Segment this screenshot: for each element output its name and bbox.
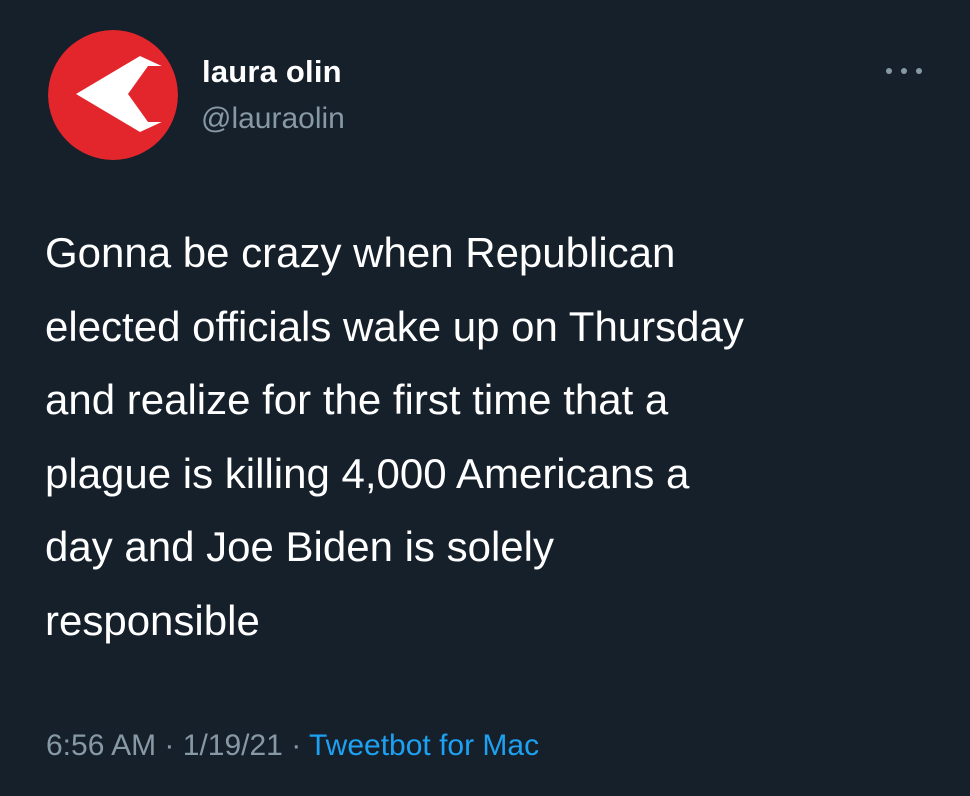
tweet-text-line: plague is killing 4,000 Americans a: [45, 449, 690, 497]
tweet-card: laura olin @lauraolin Gonna be crazy whe…: [0, 0, 970, 796]
ellipsis-icon[interactable]: [886, 60, 922, 82]
tweet-text-line: and realize for the first time that a: [45, 376, 669, 423]
tweet-text-line: Gonna be crazy when Republican: [45, 229, 676, 276]
tweet-time[interactable]: 6:56 AM: [46, 729, 156, 762]
dot: [916, 68, 922, 74]
tweet-text: Gonna be crazy when Republican elected o…: [45, 216, 925, 657]
tweet-date[interactable]: 1/19/21: [183, 729, 283, 762]
red-arrow-logo-icon: [48, 30, 178, 160]
author-handle[interactable]: @lauraolin: [201, 99, 345, 139]
tweet-source-link[interactable]: Tweetbot for Mac: [309, 729, 539, 762]
tweet-text-line: day and Joe Biden is solely: [45, 523, 554, 570]
meta-separator: ·: [291, 729, 302, 762]
author-display-name[interactable]: laura olin: [202, 52, 342, 92]
dot: [901, 68, 907, 74]
tweet-meta: 6:56 AM · 1/19/21 · Tweetbot for Mac: [46, 724, 539, 768]
tweet-text-line: elected officials wake up on Thursday: [45, 302, 744, 350]
tweet-text-line: responsible: [45, 596, 260, 644]
dot: [886, 68, 892, 74]
meta-separator: ·: [164, 729, 175, 762]
avatar[interactable]: [48, 30, 178, 160]
